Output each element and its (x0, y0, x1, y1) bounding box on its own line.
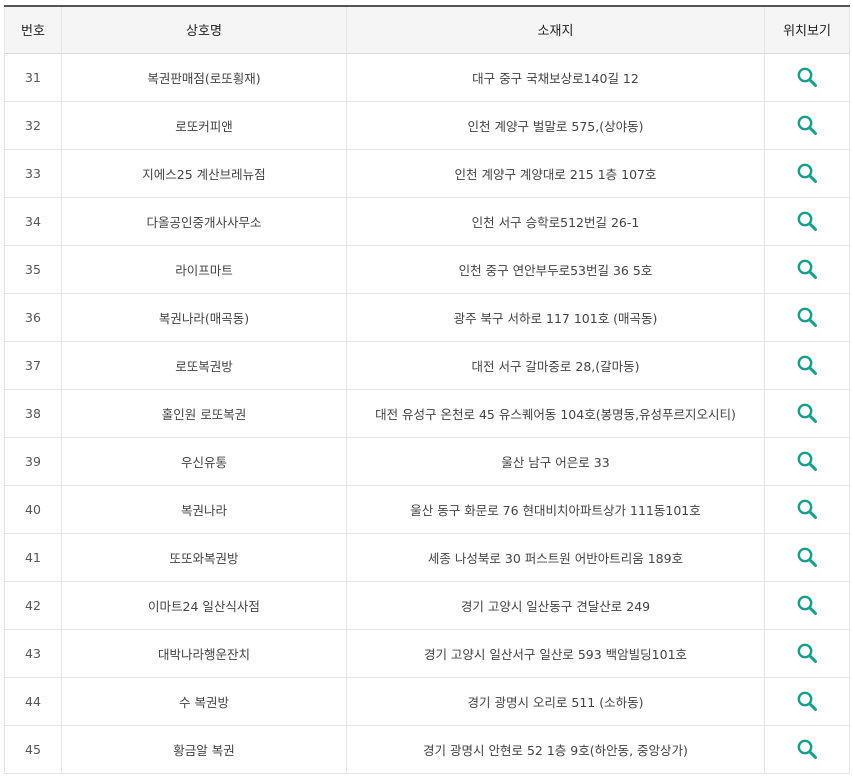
row-location-cell (764, 341, 850, 390)
table-row: 36 복권나라(매곡동) 광주 북구 서하로 117 101호 (매곡동) (4, 293, 850, 342)
row-store-name: 다올공인중개사사무소 (61, 197, 347, 246)
row-location-cell (764, 101, 850, 150)
row-address: 대구 중구 국채보상로140길 12 (346, 53, 765, 102)
search-icon[interactable] (796, 498, 818, 520)
table-row: 35 라이프마트 인천 중구 연안부두로53번길 36 5호 (4, 245, 850, 294)
row-number: 32 (4, 101, 62, 150)
table-row: 39 우신유통 울산 남구 어은로 33 (4, 437, 850, 486)
table-row: 38 홀인원 로또복권 대전 유성구 온천로 45 유스퀘어동 104호(봉명동,유… (4, 389, 850, 438)
row-number: 34 (4, 197, 62, 246)
search-icon[interactable] (796, 690, 818, 712)
search-icon[interactable] (796, 546, 818, 568)
table-row: 45 황금알 복권 경기 광명시 안현로 52 1층 9호(하안동, 중앙상가) (4, 725, 850, 774)
row-location-cell (764, 245, 850, 294)
search-icon[interactable] (796, 162, 818, 184)
table-row: 44 수 복권방 경기 광명시 오리로 511 (소하동) (4, 677, 850, 726)
table-row: 33 지에스25 계산브레뉴점 인천 계양구 계양대로 215 1층 107호 (4, 149, 850, 198)
row-store-name: 복권판매점(로또횡재) (61, 53, 347, 102)
row-address: 인천 계양구 벌말로 575,(상야동) (346, 101, 765, 150)
row-number: 38 (4, 389, 62, 438)
search-icon[interactable] (796, 402, 818, 424)
row-store-name: 복권나라(매곡동) (61, 293, 347, 342)
search-icon[interactable] (796, 258, 818, 280)
row-location-cell (764, 197, 850, 246)
row-address: 인천 계양구 계양대로 215 1층 107호 (346, 149, 765, 198)
search-icon[interactable] (796, 66, 818, 88)
row-number: 33 (4, 149, 62, 198)
table-body: 31 복권판매점(로또횡재) 대구 중구 국채보상로140길 12 32 로또커피앤 인천… (4, 53, 850, 774)
store-list-container: 번호 상호명 소재지 위치보기 31 복권판매점(로또횡재) 대구 중구 국채보상로… (4, 5, 850, 774)
row-store-name: 로또커피앤 (61, 101, 347, 150)
row-store-name: 이마트24 일산식사점 (61, 581, 347, 630)
row-address: 세종 나성북로 30 퍼스트원 어반아트리움 189호 (346, 533, 765, 582)
row-location-cell (764, 389, 850, 438)
row-store-name: 로또복권방 (61, 341, 347, 390)
row-store-name: 라이프마트 (61, 245, 347, 294)
header-name: 상호명 (61, 5, 347, 54)
header-address: 소재지 (346, 5, 765, 54)
row-store-name: 복권나라 (61, 485, 347, 534)
row-address: 경기 광명시 오리로 511 (소하동) (346, 677, 765, 726)
row-address: 대전 유성구 온천로 45 유스퀘어동 104호(봉명동,유성푸르지오시티) (346, 389, 765, 438)
search-icon[interactable] (796, 594, 818, 616)
table-row: 32 로또커피앤 인천 계양구 벌말로 575,(상야동) (4, 101, 850, 150)
table-row: 34 다올공인중개사사무소 인천 서구 승학로512번길 26-1 (4, 197, 850, 246)
row-address: 인천 중구 연안부두로53번길 36 5호 (346, 245, 765, 294)
table-row: 41 또또와복권방 세종 나성북로 30 퍼스트원 어반아트리움 189호 (4, 533, 850, 582)
row-number: 37 (4, 341, 62, 390)
header-number: 번호 (4, 5, 62, 54)
search-icon[interactable] (796, 642, 818, 664)
row-store-name: 황금알 복권 (61, 725, 347, 774)
row-address: 대전 서구 갈마중로 28,(갈마동) (346, 341, 765, 390)
search-icon[interactable] (796, 306, 818, 328)
row-location-cell (764, 149, 850, 198)
row-address: 경기 광명시 안현로 52 1층 9호(하안동, 중앙상가) (346, 725, 765, 774)
row-store-name: 수 복권방 (61, 677, 347, 726)
search-icon[interactable] (796, 738, 818, 760)
row-location-cell (764, 533, 850, 582)
table-row: 42 이마트24 일산식사점 경기 고양시 일산동구 견달산로 249 (4, 581, 850, 630)
row-store-name: 홀인원 로또복권 (61, 389, 347, 438)
row-store-name: 지에스25 계산브레뉴점 (61, 149, 347, 198)
row-number: 41 (4, 533, 62, 582)
row-store-name: 우신유통 (61, 437, 347, 486)
row-store-name: 대박나라행운잔치 (61, 629, 347, 678)
row-address: 울산 남구 어은로 33 (346, 437, 765, 486)
header-location: 위치보기 (764, 5, 850, 54)
table-row: 40 복권나라 울산 동구 화문로 76 현대비치아파트상가 111동101호 (4, 485, 850, 534)
row-address: 경기 고양시 일산동구 견달산로 249 (346, 581, 765, 630)
table-row: 31 복권판매점(로또횡재) 대구 중구 국채보상로140길 12 (4, 53, 850, 102)
row-address: 울산 동구 화문로 76 현대비치아파트상가 111동101호 (346, 485, 765, 534)
row-location-cell (764, 629, 850, 678)
row-location-cell (764, 437, 850, 486)
search-icon[interactable] (796, 450, 818, 472)
row-number: 45 (4, 725, 62, 774)
row-address: 인천 서구 승학로512번길 26-1 (346, 197, 765, 246)
row-number: 43 (4, 629, 62, 678)
search-icon[interactable] (796, 114, 818, 136)
row-number: 44 (4, 677, 62, 726)
table-header: 번호 상호명 소재지 위치보기 (4, 5, 850, 54)
search-icon[interactable] (796, 354, 818, 376)
row-number: 39 (4, 437, 62, 486)
row-number: 40 (4, 485, 62, 534)
row-address: 경기 고양시 일산서구 일산로 593 백암빌딩101호 (346, 629, 765, 678)
row-location-cell (764, 581, 850, 630)
row-location-cell (764, 677, 850, 726)
table-row: 43 대박나라행운잔치 경기 고양시 일산서구 일산로 593 백암빌딩101호 (4, 629, 850, 678)
row-number: 36 (4, 293, 62, 342)
row-number: 35 (4, 245, 62, 294)
row-number: 31 (4, 53, 62, 102)
store-table: 번호 상호명 소재지 위치보기 31 복권판매점(로또횡재) 대구 중구 국채보상로… (4, 5, 850, 774)
row-address: 광주 북구 서하로 117 101호 (매곡동) (346, 293, 765, 342)
row-number: 42 (4, 581, 62, 630)
row-location-cell (764, 53, 850, 102)
table-row: 37 로또복권방 대전 서구 갈마중로 28,(갈마동) (4, 341, 850, 390)
row-location-cell (764, 293, 850, 342)
row-store-name: 또또와복권방 (61, 533, 347, 582)
row-location-cell (764, 725, 850, 774)
row-location-cell (764, 485, 850, 534)
search-icon[interactable] (796, 210, 818, 232)
header-row: 번호 상호명 소재지 위치보기 (4, 5, 850, 54)
